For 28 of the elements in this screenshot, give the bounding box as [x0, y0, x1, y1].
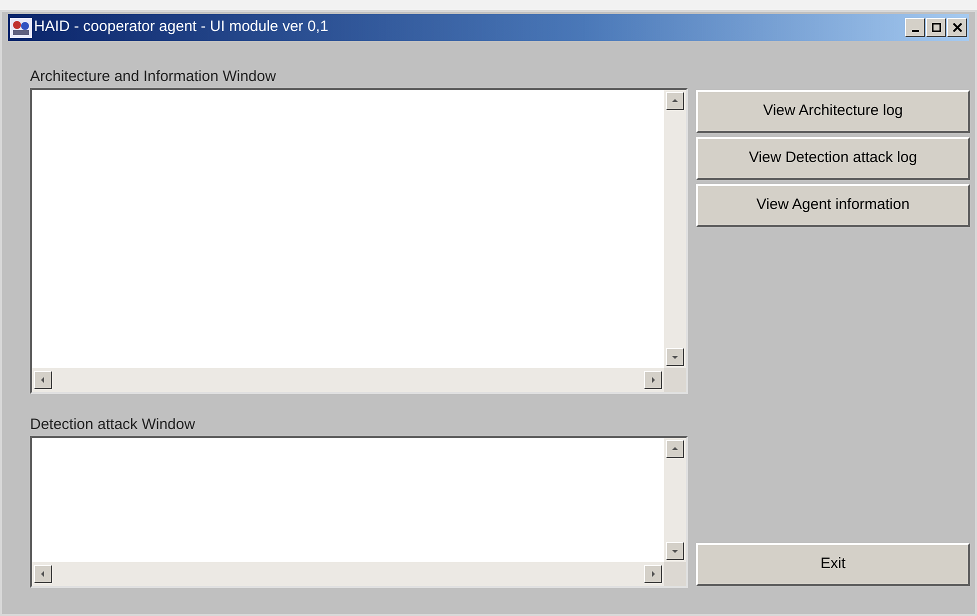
scroll-right-icon[interactable]: [644, 371, 662, 389]
horizontal-scrollbar[interactable]: [32, 562, 664, 586]
maximize-icon: [932, 23, 940, 32]
pane-label: Architecture and Information Window: [30, 67, 277, 87]
pane-label: Detection attack Window: [30, 415, 196, 435]
scrollbar-corner: [664, 562, 686, 586]
scroll-up-icon[interactable]: [666, 440, 684, 458]
scrollbar-corner: [664, 368, 686, 392]
scroll-down-icon[interactable]: [666, 348, 684, 366]
action-button[interactable]: View Detection attack log: [696, 137, 970, 180]
scroll-left-icon[interactable]: [34, 565, 52, 583]
maximize-button[interactable]: [926, 18, 946, 37]
scroll-left-icon[interactable]: [34, 371, 52, 389]
scroll-right-icon[interactable]: [644, 565, 662, 583]
vertical-scrollbar[interactable]: [664, 438, 686, 562]
scroll-down-icon[interactable]: [666, 542, 684, 560]
app-icon: [10, 18, 32, 38]
scroll-up-icon[interactable]: [666, 92, 684, 110]
minimize-button[interactable]: [905, 18, 925, 37]
minimize-icon: [912, 30, 918, 32]
window-title: HAID - cooperator agent - UI module ver 0,1: [34, 17, 328, 38]
action-button[interactable]: View Agent information: [696, 184, 970, 227]
close-button[interactable]: [947, 18, 967, 37]
action-button[interactable]: View Architecture log: [696, 90, 970, 133]
exit-button[interactable]: Exit: [696, 543, 970, 586]
vertical-scrollbar[interactable]: [664, 90, 686, 368]
horizontal-scrollbar[interactable]: [32, 368, 664, 392]
close-icon: [952, 23, 962, 32]
